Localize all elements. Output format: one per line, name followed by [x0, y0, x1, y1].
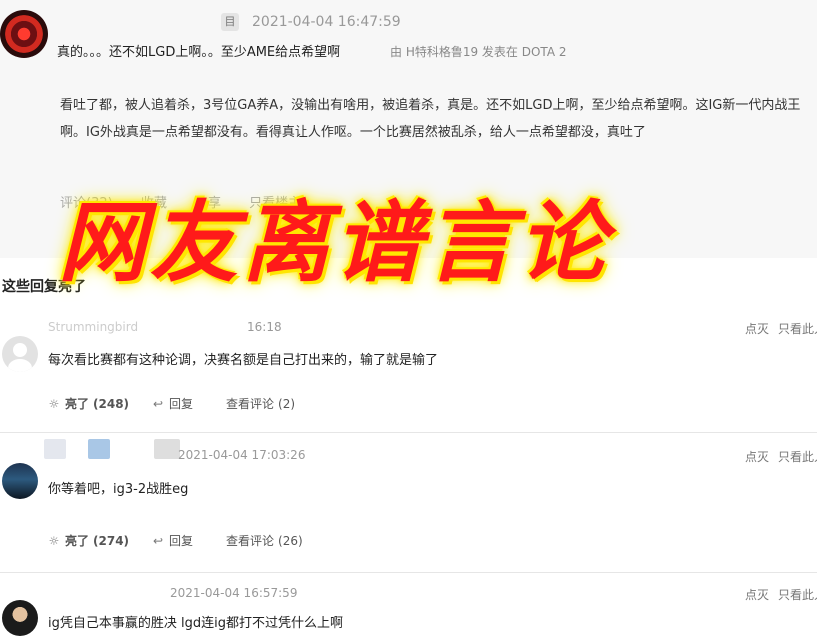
view-comments-button[interactable]: 查看评论 (2) [226, 395, 295, 412]
report-button[interactable]: 点灭 [745, 320, 769, 337]
like-label: 亮了 [65, 534, 90, 548]
divider [0, 572, 817, 573]
view-comments-button[interactable]: 查看评论 (26) [226, 532, 303, 549]
like-count: (248) [93, 396, 130, 411]
post-subject[interactable]: 真的。。。还不如LGD上啊。。至少AME给点希望啊 [57, 41, 340, 60]
blurred-username [88, 439, 110, 459]
like-count: (274) [93, 533, 130, 548]
divider [0, 432, 817, 433]
avatar[interactable] [2, 600, 38, 636]
like-label: 亮了 [65, 397, 90, 411]
reply-label: 回复 [169, 397, 194, 411]
comment-timestamp: 2021-04-04 17:03:26 [178, 448, 306, 462]
author-avatar[interactable] [0, 10, 48, 58]
post-timestamp: 2021-04-04 16:47:59 [252, 14, 401, 30]
only-this-user-button[interactable]: 只看此人 [778, 448, 817, 465]
avatar[interactable] [2, 463, 38, 499]
reply-button[interactable]: ↩ 回复 [151, 532, 193, 549]
view-comments-count: (2) [278, 396, 296, 411]
report-button[interactable]: 点灭 [745, 448, 769, 465]
blurred-username [44, 439, 66, 459]
reply-label: 回复 [169, 534, 194, 548]
reply-button[interactable]: ↩ 回复 [151, 395, 193, 412]
comment-text: 你等着吧，ig3-2战胜eg [48, 482, 189, 497]
post-meta: 由 H特科格鲁19 发表在 DOTA 2 [390, 45, 567, 59]
lightbulb-icon: ☼ [48, 396, 60, 411]
view-comments-label: 查看评论 [226, 534, 275, 548]
only-this-user-button[interactable]: 只看此人 [778, 320, 817, 337]
comment-timestamp: 16:18 [247, 320, 282, 334]
report-button[interactable]: 点灭 [745, 586, 769, 603]
reply-arrow-icon: ↩ [152, 396, 164, 411]
comment-text: ig凭自己本事赢的胜决 lgd连ig都打不过凭什么上啊 [48, 616, 343, 631]
user-badge: 目 [221, 13, 239, 31]
avatar[interactable] [2, 336, 38, 372]
comment-text: 每次看比赛都有这种论调，决赛名额是自己打出来的，输了就是输了 [48, 353, 439, 368]
comment-timestamp: 2021-04-04 16:57:59 [170, 586, 298, 600]
reply-arrow-icon: ↩ [152, 533, 164, 548]
post-body: 看吐了都，被人追着杀，3号位GA养A，没输出有啥用，被追着杀，真是。还不如LGD… [60, 98, 801, 140]
like-button[interactable]: ☼ 亮了 (274) [47, 532, 129, 549]
commenter-name[interactable]: Strummingbird [48, 320, 138, 334]
like-button[interactable]: ☼ 亮了 (248) [47, 395, 129, 412]
overlay-headline: 网友离谱言论 [58, 191, 611, 294]
view-comments-count: (26) [278, 533, 303, 548]
blurred-username [154, 439, 180, 459]
lightbulb-icon: ☼ [48, 533, 60, 548]
view-comments-label: 查看评论 [226, 397, 275, 411]
only-this-user-button[interactable]: 只看此人 [778, 586, 817, 603]
